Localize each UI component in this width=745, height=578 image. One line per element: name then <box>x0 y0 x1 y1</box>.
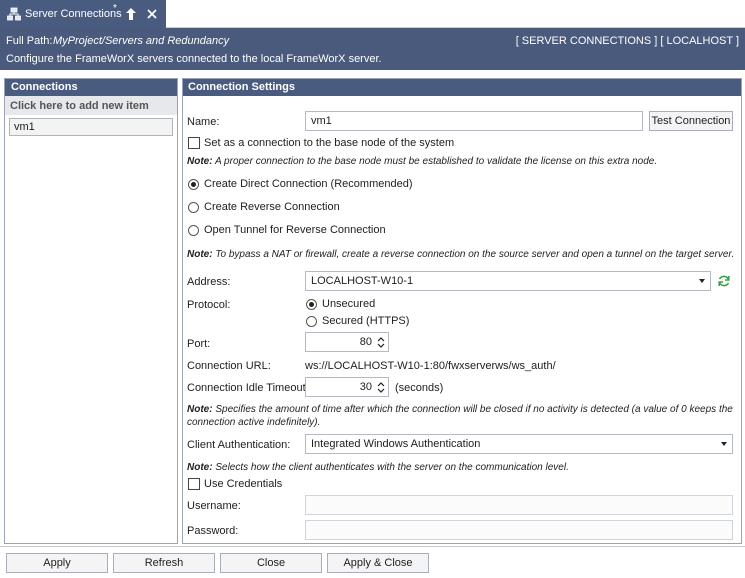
refresh-button[interactable]: Refresh <box>113 553 215 573</box>
use-credentials-checkbox[interactable] <box>188 478 200 490</box>
refresh-icon[interactable] <box>717 274 731 288</box>
pin-icon[interactable] <box>124 7 138 21</box>
close-button[interactable]: Close <box>220 553 322 573</box>
note-bold: Note: <box>187 249 213 260</box>
spin-arrows-icon[interactable] <box>375 379 387 395</box>
protocol-secured-radio[interactable] <box>306 316 317 327</box>
connection-settings-title: Connection Settings <box>183 79 741 96</box>
direct-connection-label: Create Direct Connection (Recommended) <box>204 178 413 190</box>
apply-close-button[interactable]: Apply & Close <box>327 553 429 573</box>
base-node-label: Set as a connection to the base node of … <box>204 137 455 149</box>
protocol-unsecured-label: Unsecured <box>322 298 376 310</box>
idle-timeout-stepper[interactable]: 30 <box>305 377 389 397</box>
page-description: Configure the FrameWorX servers connecte… <box>6 53 382 65</box>
address-combobox[interactable]: LOCALHOST-W10-1 <box>305 271 711 291</box>
name-label: Name: <box>187 116 220 128</box>
spin-arrows-icon[interactable] <box>375 334 387 350</box>
note-bold: Note: <box>187 404 213 415</box>
client-auth-note: Note: Selects how the client authenticat… <box>187 461 569 474</box>
port-label: Port: <box>187 338 211 350</box>
protocol-label: Protocol: <box>187 299 231 311</box>
full-path-value: MyProject/Servers and Redundancy <box>53 35 230 47</box>
connection-url-label: Connection URL: <box>187 360 271 372</box>
open-tunnel-label: Open Tunnel for Reverse Connection <box>204 224 386 236</box>
idle-timeout-note: Note: Specifies the amount of time after… <box>187 403 739 429</box>
password-label: Password: <box>187 525 239 537</box>
server-connections-icon <box>7 7 21 21</box>
document-tab-bar: Server Connections * <box>0 0 745 28</box>
idle-timeout-unit: (seconds) <box>395 382 444 394</box>
editor-header: Full Path: MyProject/Servers and Redunda… <box>0 28 745 70</box>
protocol-unsecured-radio[interactable] <box>306 299 317 310</box>
connections-panel: Connections Click here to add new item v… <box>4 78 178 544</box>
footer-bar: Apply Refresh Close Apply & Close <box>0 546 745 578</box>
note-text: Specifies the amount of time after which… <box>212 404 733 415</box>
protocol-secured-label: Secured (HTTPS) <box>322 315 410 327</box>
chevron-down-icon[interactable] <box>699 279 705 283</box>
address-value: LOCALHOST-W10-1 <box>311 275 414 287</box>
server-connections-tab[interactable]: Server Connections * <box>0 0 166 28</box>
add-new-item-row[interactable]: Click here to add new item <box>5 96 177 115</box>
client-auth-value: Integrated Windows Authentication <box>311 438 481 450</box>
chevron-down-icon[interactable] <box>721 442 727 446</box>
direct-connection-radio[interactable] <box>188 179 199 190</box>
breadcrumb: [ SERVER CONNECTIONS ] [ LOCALHOST ] <box>515 35 739 47</box>
base-node-checkbox[interactable] <box>188 137 200 149</box>
client-auth-label: Client Authentication: <box>187 439 291 451</box>
base-node-note: Note: A proper connection to the base no… <box>187 155 657 168</box>
note-text: A proper connection to the base node mus… <box>212 156 658 167</box>
note-bold: Note: <box>187 156 213 167</box>
main-area: Connections Click here to add new item v… <box>0 70 745 546</box>
port-stepper[interactable]: 80 <box>305 332 389 352</box>
connection-url-value: ws://LOCALHOST-W10-1:80/fwxserverws/ws_a… <box>305 360 556 372</box>
use-credentials-label: Use Credentials <box>204 478 283 490</box>
username-label: Username: <box>187 500 241 512</box>
connections-title: Connections <box>5 79 177 96</box>
list-item[interactable]: vm1 <box>9 118 173 136</box>
port-value: 80 <box>359 336 372 348</box>
reverse-connection-radio[interactable] <box>188 202 199 213</box>
close-icon[interactable] <box>145 7 159 21</box>
note-text-continued: connection active indefinitely). <box>187 417 321 428</box>
note-text: To bypass a NAT or firewall, create a re… <box>212 249 735 260</box>
settings-content: Name: vm1 Test Connection Set as a conne… <box>183 96 741 544</box>
modified-marker: * <box>113 3 117 14</box>
test-connection-button[interactable]: Test Connection <box>649 111 733 131</box>
password-input[interactable] <box>305 520 733 540</box>
name-input[interactable]: vm1 <box>305 111 643 131</box>
open-tunnel-radio[interactable] <box>188 225 199 236</box>
full-path-label: Full Path: <box>6 35 53 47</box>
tab-title: Server Connections <box>25 8 122 20</box>
reverse-connection-label: Create Reverse Connection <box>204 201 340 213</box>
client-auth-dropdown[interactable]: Integrated Windows Authentication <box>305 434 733 454</box>
apply-button[interactable]: Apply <box>6 553 108 573</box>
note-text: Selects how the client authenticates wit… <box>212 462 569 473</box>
connection-settings-panel: Connection Settings Name: vm1 Test Conne… <box>182 78 742 544</box>
reverse-connection-note: Note: To bypass a NAT or firewall, creat… <box>187 248 734 261</box>
name-value: vm1 <box>311 115 332 127</box>
idle-timeout-label: Connection Idle Timeout: <box>187 382 309 394</box>
address-label: Address: <box>187 276 231 288</box>
idle-timeout-value: 30 <box>359 381 372 393</box>
username-input[interactable] <box>305 495 733 515</box>
note-bold: Note: <box>187 462 213 473</box>
